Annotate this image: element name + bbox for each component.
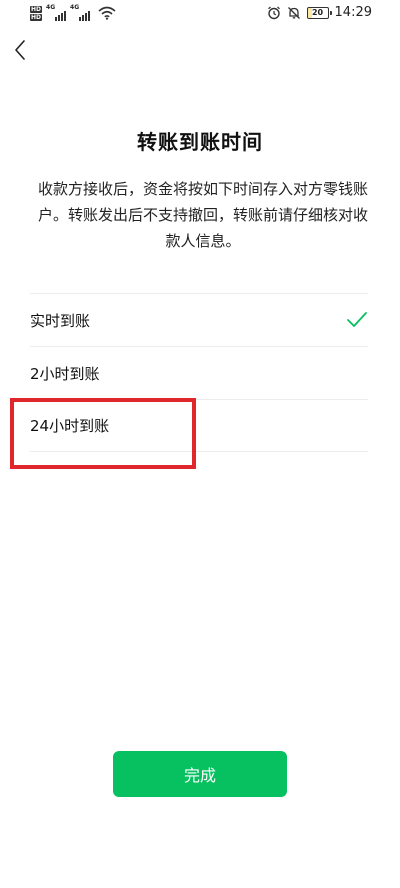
- network-type-label-1: 4G: [46, 4, 56, 11]
- option-realtime[interactable]: 实时到账: [30, 293, 368, 346]
- check-icon: [347, 312, 367, 327]
- screen: HD HD 4G 4G 20 14:29 转账到账时间 收款方接收后，资金将按如…: [0, 0, 400, 888]
- signal-icon-sim2: 4G: [70, 4, 91, 21]
- signal-icon-sim1: 4G: [46, 4, 67, 21]
- status-bar-right: 20 14:29: [267, 5, 372, 20]
- hd-tag-2: HD: [30, 13, 43, 21]
- option-label: 24小时到账: [30, 417, 110, 435]
- done-button[interactable]: 完成: [113, 751, 287, 797]
- status-bar: HD HD 4G 4G 20 14:29: [0, 0, 400, 28]
- signal-bars-2: [79, 11, 91, 21]
- signal-bars-1: [55, 11, 67, 21]
- option-label: 实时到账: [30, 311, 91, 330]
- page-description: 收款方接收后，资金将按如下时间存入对方零钱账户。转账发出后不支持撤回，转账前请仔…: [38, 180, 369, 250]
- status-bar-left: HD HD 4G 4G: [30, 4, 116, 21]
- page-title: 转账到账时间: [137, 130, 263, 154]
- option-24-hours[interactable]: 24小时到账: [30, 399, 368, 452]
- battery-level: 20: [311, 7, 324, 17]
- arrival-time-options: 实时到账 2小时到账 24小时到账: [30, 293, 368, 452]
- wifi-icon: [98, 6, 116, 20]
- option-label: 2小时到账: [30, 364, 100, 383]
- chevron-left-icon: [15, 40, 25, 60]
- hd-tag-1: HD: [30, 5, 43, 13]
- back-button[interactable]: [8, 36, 32, 64]
- status-time: 14:29: [334, 5, 372, 20]
- mute-icon: [287, 6, 300, 19]
- network-type-label-2: 4G: [70, 4, 80, 11]
- battery-icon: 20: [306, 6, 332, 19]
- alarm-icon: [267, 6, 280, 19]
- option-2-hours[interactable]: 2小时到账: [30, 346, 368, 399]
- hd-indicators: HD HD: [30, 5, 43, 21]
